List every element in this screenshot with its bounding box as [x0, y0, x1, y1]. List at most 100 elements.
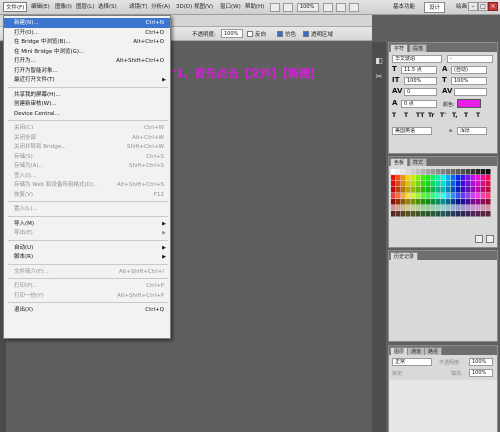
swatch[interactable] [406, 187, 411, 193]
file-menu-item[interactable]: 签入(I)... [4, 171, 170, 181]
swatch[interactable] [396, 211, 401, 217]
swatch[interactable] [471, 205, 476, 211]
workspace-tab-design[interactable]: 设计 [424, 2, 446, 13]
swatch[interactable] [456, 175, 461, 181]
swatch[interactable] [431, 193, 436, 199]
swatch[interactable] [426, 181, 431, 187]
file-menu-item[interactable]: 打印一份(Y) Alt+Shift+Ctrl+P [4, 291, 170, 301]
swatch[interactable] [446, 199, 451, 205]
swatch[interactable] [426, 187, 431, 193]
swatch[interactable] [416, 193, 421, 199]
tab-paths[interactable]: 路径 [424, 347, 443, 355]
swatch[interactable] [481, 199, 486, 205]
workspace-tab-essentials[interactable]: 基本功能 [389, 2, 419, 13]
swatch[interactable] [476, 193, 481, 199]
swatch[interactable] [466, 187, 471, 193]
swatch[interactable] [441, 181, 446, 187]
swatch[interactable] [476, 199, 481, 205]
file-menu-item[interactable]: 关闭(C) Ctrl+W [4, 123, 170, 133]
swatch[interactable] [406, 193, 411, 199]
swatch[interactable] [421, 205, 426, 211]
blend-mode-select[interactable]: 正常 [392, 358, 432, 366]
file-menu-item[interactable]: 恢复(V) F12 [4, 190, 170, 200]
tools-icon[interactable]: ✂ [374, 72, 384, 82]
file-menu-item[interactable]: 置入(L)... [4, 204, 170, 214]
leading-field[interactable]: (自动) [451, 66, 487, 74]
swatch[interactable] [461, 181, 466, 187]
swatch[interactable] [441, 199, 446, 205]
swatch[interactable] [401, 199, 406, 205]
swatch[interactable] [446, 205, 451, 211]
swatch[interactable] [431, 211, 436, 217]
swatch[interactable] [486, 205, 491, 211]
swatch[interactable] [406, 199, 411, 205]
text-style-button[interactable]: T, [452, 112, 458, 119]
file-menu-item[interactable]: 存储(S) Ctrl+S [4, 152, 170, 162]
text-style-button[interactable]: T' [440, 112, 446, 119]
minibridge-icon[interactable] [283, 3, 293, 12]
menu-8[interactable]: 视图(V) [192, 2, 215, 12]
swatch[interactable] [406, 181, 411, 187]
hand-tool-icon[interactable] [323, 3, 333, 12]
swatch[interactable] [441, 169, 446, 175]
text-style-button[interactable]: T [476, 112, 480, 119]
file-menu-item[interactable]: 创建新审核(W)... [4, 99, 170, 109]
swatch[interactable] [471, 169, 476, 175]
swatch[interactable] [401, 211, 406, 217]
swatch[interactable] [486, 175, 491, 181]
swatch[interactable] [456, 211, 461, 217]
swatch[interactable] [416, 175, 421, 181]
swatch[interactable] [396, 193, 401, 199]
swatch[interactable] [481, 181, 486, 187]
swatch[interactable] [486, 211, 491, 217]
swatch[interactable] [396, 169, 401, 175]
swatch[interactable] [461, 211, 466, 217]
tab-history[interactable]: 历史记录 [390, 252, 419, 260]
menu-5[interactable]: 滤镜(T) [127, 2, 150, 12]
minimize-button[interactable]: – [468, 2, 478, 11]
menu-4[interactable]: 选择(S) [96, 2, 119, 12]
file-menu-item[interactable]: 存储为 Web 和设备所用格式(D)... Alt+Shift+Ctrl+S [4, 180, 170, 190]
swatch[interactable] [471, 199, 476, 205]
swatch[interactable] [391, 187, 396, 193]
history-icon[interactable]: ◧ [374, 56, 384, 66]
file-menu-item[interactable]: 关闭全部 Alt+Ctrl+W [4, 133, 170, 143]
swatch[interactable] [476, 169, 481, 175]
swatch[interactable] [396, 199, 401, 205]
swatch[interactable] [411, 175, 416, 181]
swatch[interactable] [446, 187, 451, 193]
swatch[interactable] [436, 181, 441, 187]
swatch[interactable] [466, 205, 471, 211]
swatch[interactable] [446, 211, 451, 217]
swatch[interactable] [411, 205, 416, 211]
swatch[interactable] [406, 205, 411, 211]
swatch[interactable] [436, 187, 441, 193]
swatch[interactable] [426, 193, 431, 199]
file-menu-item[interactable]: 关闭并转到 Bridge... Shift+Ctrl+W [4, 142, 170, 152]
swatch[interactable] [441, 193, 446, 199]
text-style-button[interactable]: T [464, 112, 468, 119]
file-menu-item[interactable]: 存储为(A)... Shift+Ctrl+S [4, 161, 170, 171]
tab-paragraph[interactable]: 段落 [409, 44, 428, 52]
file-menu-item[interactable]: 打开(O)... Ctrl+O [4, 28, 170, 38]
swatch[interactable] [426, 205, 431, 211]
swatch[interactable] [451, 187, 456, 193]
swatch[interactable] [436, 211, 441, 217]
font-style-select[interactable]: - [447, 55, 493, 63]
swatch[interactable] [441, 205, 446, 211]
text-style-button[interactable]: T [404, 112, 408, 119]
text-style-button[interactable]: Tr [428, 112, 434, 119]
dither-checkbox[interactable] [277, 31, 283, 37]
swatch[interactable] [411, 211, 416, 217]
vertical-scale-field[interactable]: 100% [404, 77, 437, 85]
file-menu-item[interactable]: 打开为智能对象... [4, 66, 170, 76]
swatch[interactable] [466, 169, 471, 175]
swatch[interactable] [456, 187, 461, 193]
text-style-button[interactable]: T [392, 112, 396, 119]
swatch[interactable] [476, 187, 481, 193]
swatch[interactable] [421, 199, 426, 205]
close-button[interactable]: × [488, 2, 498, 11]
swatch-grid[interactable] [391, 169, 491, 217]
swatch[interactable] [446, 169, 451, 175]
reverse-checkbox[interactable] [247, 31, 253, 37]
